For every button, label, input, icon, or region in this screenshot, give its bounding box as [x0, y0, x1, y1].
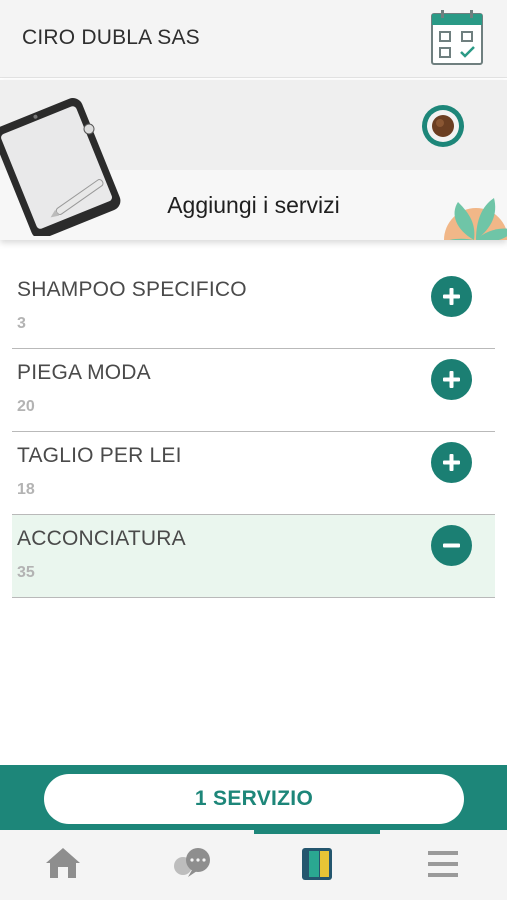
service-name: TAGLIO PER LEI	[17, 444, 182, 467]
cta-bar: 1 SERVIZIO	[0, 765, 507, 830]
plus-icon	[443, 371, 460, 388]
page-title: CIRO DUBLA SAS	[22, 26, 200, 49]
list-item: PIEGA MODA 20	[12, 349, 495, 432]
service-value: 3	[17, 315, 26, 332]
top-bar: CIRO DUBLA SAS	[0, 0, 507, 78]
tab-menu[interactable]	[380, 830, 506, 900]
services-list: SHAMPOO SPECIFICO 3 PIEGA MODA 20 TAGLIO…	[12, 266, 495, 598]
bottom-tab-bar	[0, 830, 507, 900]
list-item: SHAMPOO SPECIFICO 3	[12, 266, 495, 349]
add-service-button[interactable]	[431, 359, 472, 400]
service-name: PIEGA MODA	[17, 361, 151, 384]
services-count-button[interactable]: 1 SERVIZIO	[44, 774, 464, 824]
booklet-icon	[302, 848, 332, 880]
chat-icon	[174, 848, 210, 877]
service-value: 18	[17, 481, 35, 498]
add-service-button[interactable]	[431, 276, 472, 317]
hero-subtitle: Aggiungi i servizi	[167, 192, 340, 218]
remove-service-button[interactable]	[431, 525, 472, 566]
plus-icon	[443, 288, 460, 305]
service-value: 20	[17, 398, 35, 415]
plus-icon	[443, 454, 460, 471]
service-value: 35	[17, 564, 35, 581]
service-name: SHAMPOO SPECIFICO	[17, 278, 247, 301]
coffee-cup-icon	[422, 105, 464, 147]
service-name: ACCONCIATURA	[17, 527, 186, 550]
calendar-button[interactable]	[430, 10, 484, 66]
add-service-button[interactable]	[431, 442, 472, 483]
tab-services[interactable]	[254, 830, 380, 900]
list-item: TAGLIO PER LEI 18	[12, 432, 495, 515]
plant-icon	[444, 198, 507, 240]
home-icon	[46, 848, 80, 878]
tab-chat[interactable]	[126, 830, 252, 900]
calendar-check-icon	[431, 10, 483, 65]
menu-icon	[428, 851, 458, 877]
list-item-selected: ACCONCIATURA 35	[12, 515, 495, 598]
hero-banner: Aggiungi i servizi	[0, 80, 507, 240]
tab-home[interactable]	[0, 830, 126, 900]
minus-icon	[443, 543, 460, 548]
